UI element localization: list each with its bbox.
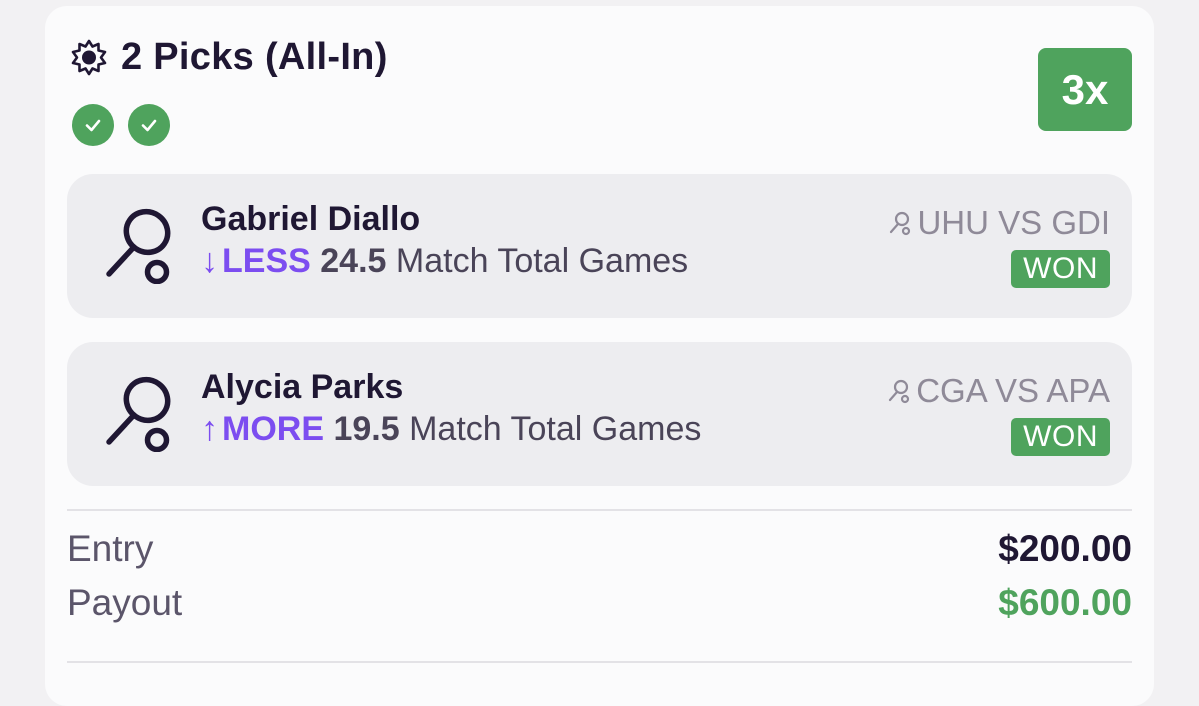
direction-less: ↓ LESS: [201, 242, 311, 280]
stat-label: Match Total Games: [409, 410, 702, 448]
person-icon: [889, 379, 910, 404]
pick-line: ↑ MORE 19.5 Match Total Games: [201, 410, 701, 449]
line-value: 24.5: [320, 242, 387, 280]
pick-card[interactable]: Alycia Parks ↑ MORE 19.5 Match Total Game…: [67, 342, 1132, 486]
direction-label: MORE: [222, 410, 324, 448]
player-name: Alycia Parks: [201, 368, 404, 406]
check-icon: [128, 104, 170, 146]
direction-more: ↑ MORE: [201, 410, 324, 448]
matchup: CGA VS APA: [886, 372, 1110, 410]
pick-card[interactable]: Gabriel Diallo ↓ LESS 24.5 Match Total Ga…: [67, 174, 1132, 318]
payout-label: Payout: [67, 582, 183, 623]
direction-label: LESS: [222, 242, 311, 280]
divider: [67, 661, 1132, 663]
arrow-down-icon: ↓: [201, 242, 218, 280]
entry-header: 2 Picks (All-In): [69, 36, 388, 79]
player-name: Gabriel Diallo: [201, 200, 421, 238]
payout-value: $600.00: [998, 582, 1132, 623]
multiplier-badge: 3x: [1038, 48, 1132, 131]
pick-line: ↓ LESS 24.5 Match Total Games: [201, 242, 688, 281]
stat-label: Match Total Games: [395, 242, 689, 280]
entry-value: $200.00: [998, 528, 1132, 569]
matchup-label: CGA VS APA: [916, 372, 1110, 409]
entry-card: 2 Picks (All-In) 3x Gabriel Diallo ↓ LESS…: [45, 6, 1154, 706]
result-badge: WON: [1011, 418, 1110, 456]
pick-status-checks: [72, 104, 170, 146]
matchup: UHU VS GDI: [887, 204, 1110, 242]
arrow-up-icon: ↑: [201, 410, 218, 448]
divider: [67, 509, 1132, 511]
entry-title: 2 Picks (All-In): [121, 36, 388, 78]
line-value: 19.5: [333, 410, 400, 448]
entry-label: Entry: [67, 528, 154, 569]
tennis-racket-icon: [106, 208, 171, 284]
result-badge: WON: [1011, 250, 1110, 288]
sun-icon: [71, 39, 107, 75]
tennis-racket-icon: [106, 376, 171, 452]
matchup-label: UHU VS GDI: [917, 204, 1110, 241]
person-icon: [890, 211, 911, 236]
check-icon: [72, 104, 114, 146]
